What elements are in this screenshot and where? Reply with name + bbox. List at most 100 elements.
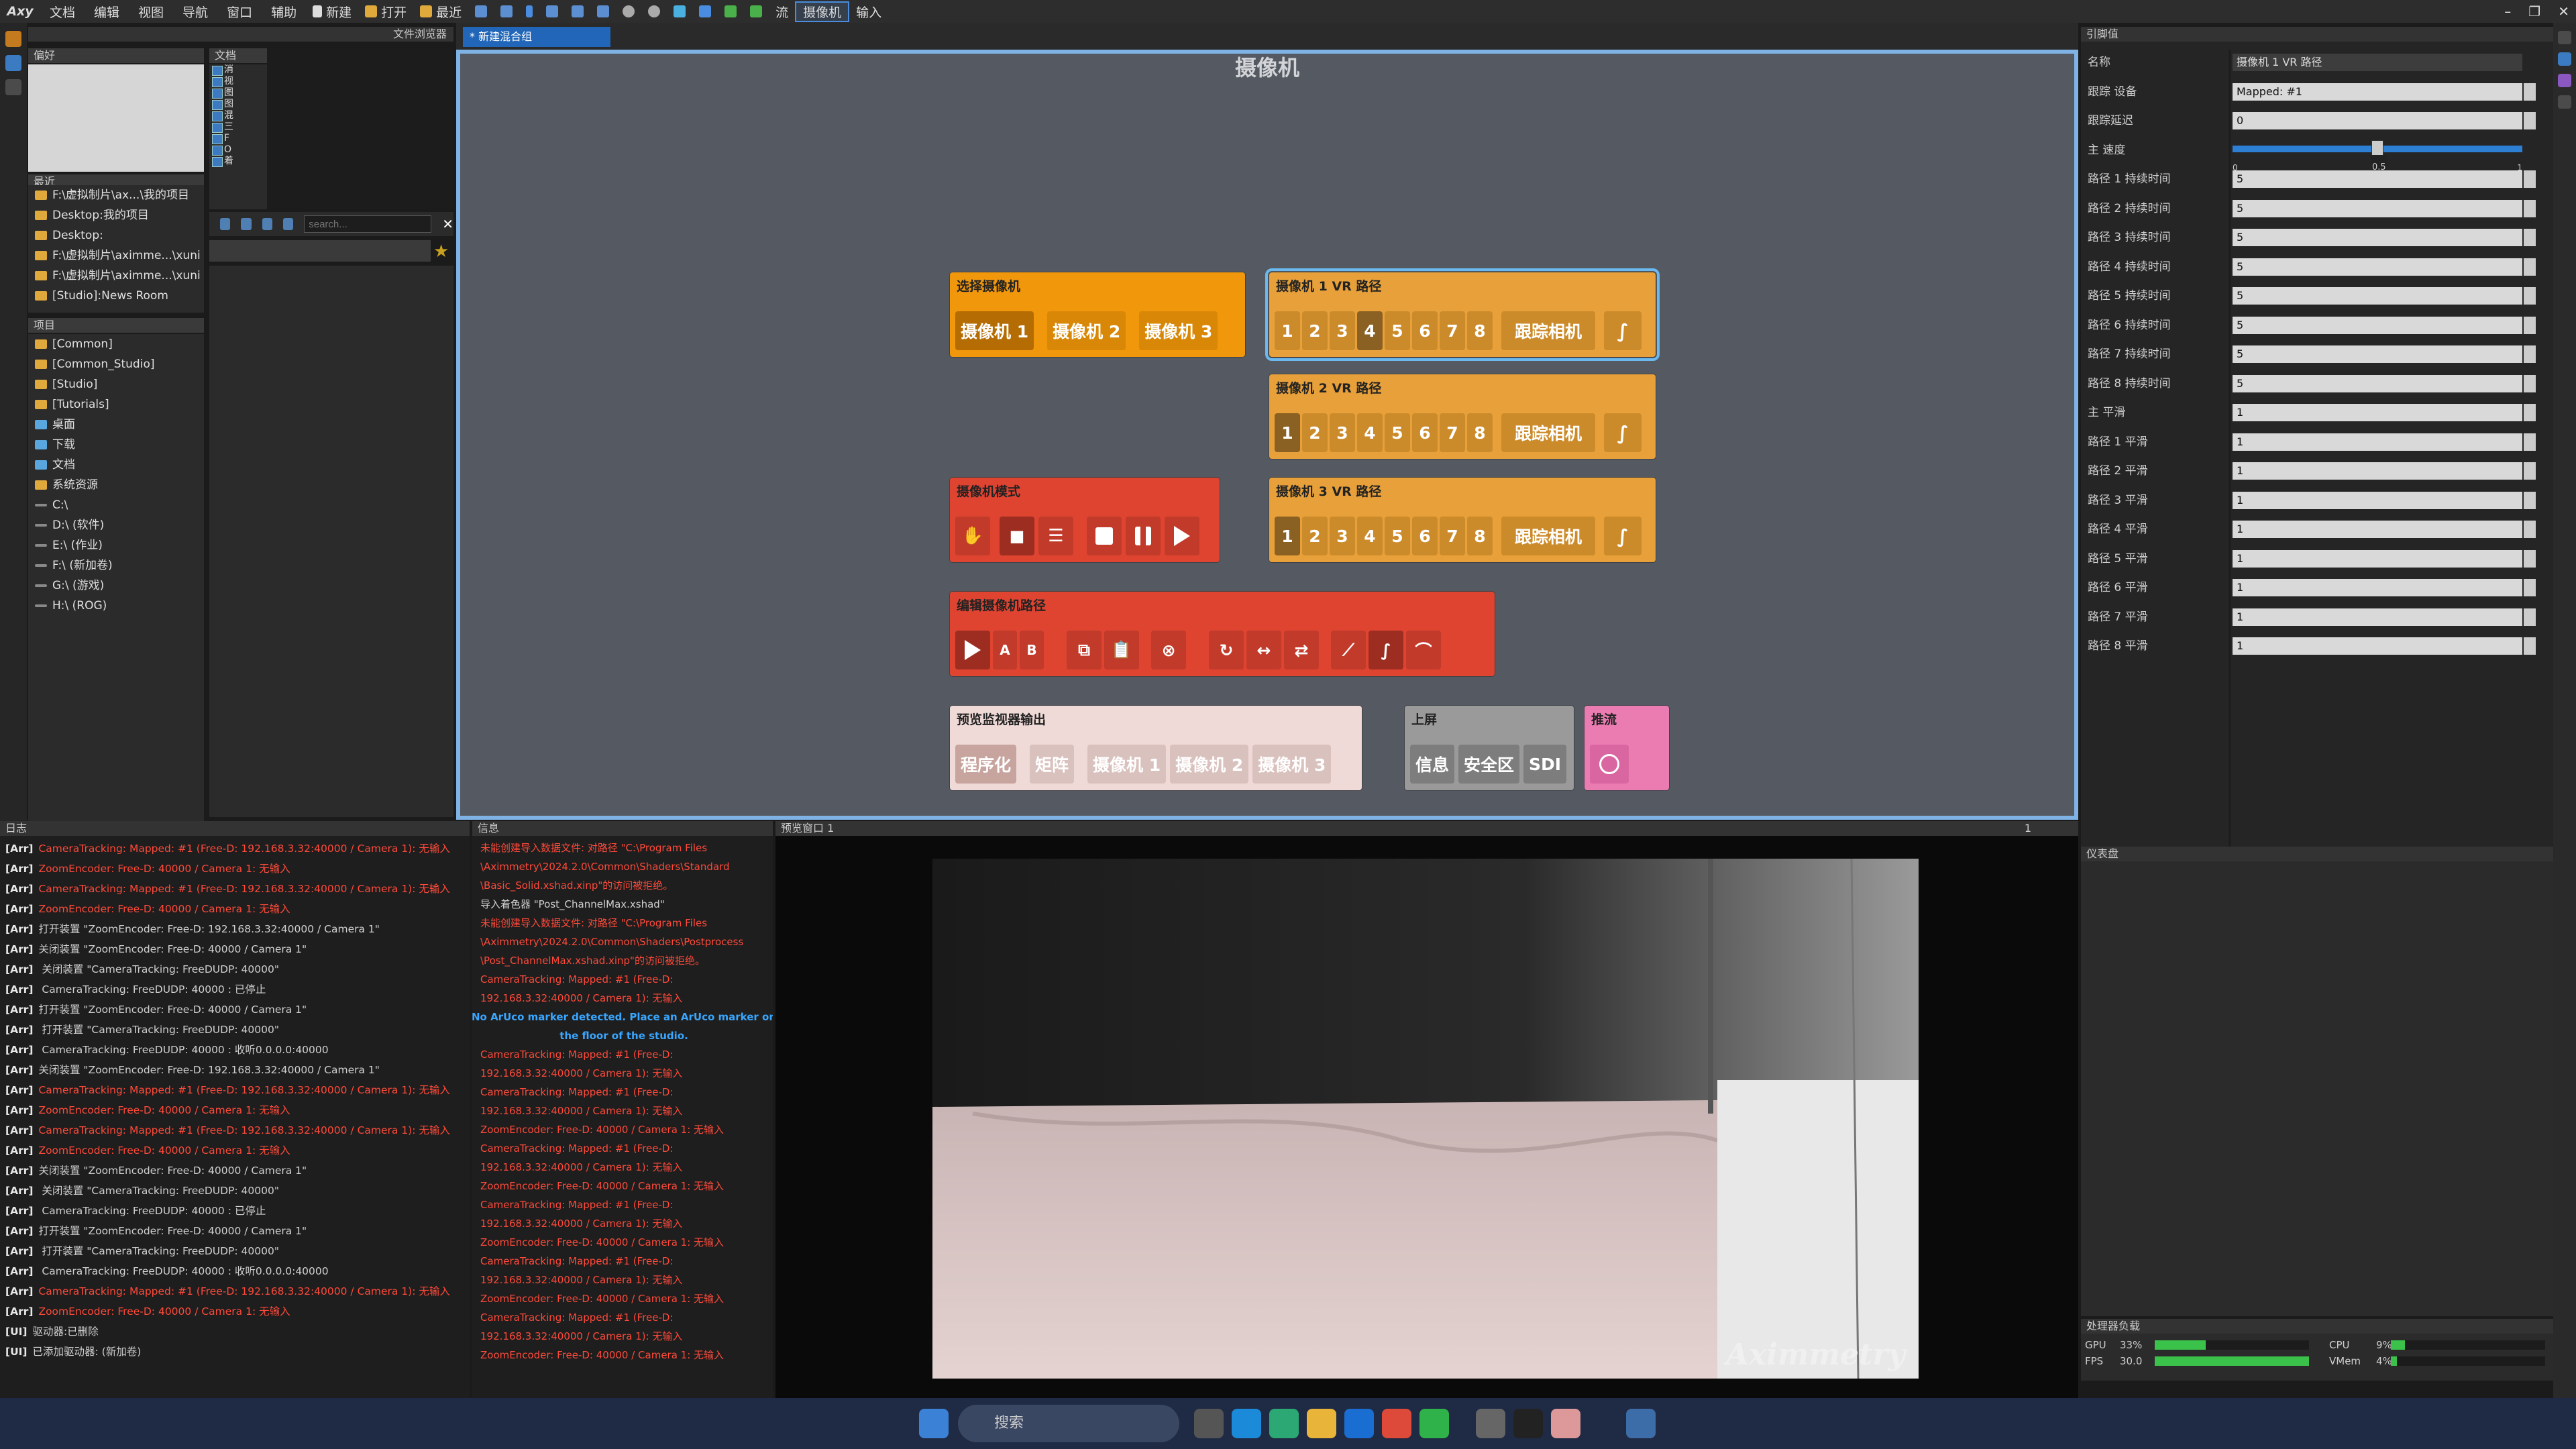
recent-item[interactable]: [Studio]:News Room [28, 286, 204, 306]
project-item[interactable]: D:\ (软件) [28, 515, 204, 535]
spinner-icon[interactable] [2524, 170, 2536, 188]
spinner-icon[interactable] [2524, 83, 2536, 101]
taskbar-search[interactable]: 搜索 [958, 1405, 1179, 1442]
vr2-path-3-button[interactable]: 3 [1330, 413, 1355, 452]
smooth-curve-button[interactable]: ∫ [1368, 631, 1403, 669]
preview-camera-2-button[interactable]: 摄像机 2 [1170, 745, 1249, 784]
property-value-field[interactable]: 1 [2233, 521, 2522, 538]
project-item[interactable]: H:\ (ROG) [28, 596, 204, 616]
spinner-icon[interactable] [2524, 404, 2536, 421]
project-item[interactable]: F:\ (新加卷) [28, 555, 204, 576]
property-value-field[interactable]: 5 [2233, 287, 2522, 305]
vr1-path-1-button[interactable]: 1 [1275, 311, 1300, 350]
file-browser-icon[interactable] [5, 55, 21, 71]
maximize-icon[interactable]: ❐ [2528, 3, 2540, 19]
vr1-path-7-button[interactable]: 7 [1440, 311, 1465, 350]
stop-button[interactable] [539, 5, 565, 17]
pingpong-button[interactable]: ↔ [1246, 631, 1281, 669]
project-item[interactable]: [Studio] [28, 374, 204, 394]
folder-icon[interactable] [1307, 1409, 1336, 1438]
vr1-track-camera-button[interactable]: 跟踪相机 [1501, 311, 1595, 350]
undo-button[interactable] [565, 5, 590, 17]
redo-button[interactable] [590, 5, 616, 17]
flow-editor-icon[interactable] [5, 31, 21, 47]
doc-item[interactable]: O [209, 144, 267, 156]
camera-1-button[interactable]: 摄像机 1 [955, 311, 1034, 350]
mode-flow[interactable]: 流 [769, 3, 795, 21]
doc-item[interactable]: 着 [209, 156, 267, 167]
vr3-track-camera-button[interactable]: 跟踪相机 [1501, 517, 1595, 555]
doc-item[interactable]: 三 [209, 121, 267, 133]
aximmetry-app-icon[interactable] [1551, 1409, 1580, 1438]
tab-new-compound[interactable]: * 新建混合组 [463, 27, 610, 47]
pin-button[interactable] [667, 5, 692, 17]
vr2-path-7-button[interactable]: 7 [1440, 413, 1465, 452]
property-value-field[interactable]: 1 [2233, 462, 2522, 480]
nav-back-button[interactable] [718, 5, 743, 17]
spinner-icon[interactable] [2524, 345, 2536, 363]
project-item[interactable]: [Common_Studio] [28, 354, 204, 374]
property-value-field[interactable]: 5 [2233, 345, 2522, 363]
vr3-path-5-button[interactable]: 5 [1385, 517, 1410, 555]
vr1-path-5-button[interactable]: 5 [1385, 311, 1410, 350]
app-icon[interactable] [1269, 1409, 1299, 1438]
sdi-button[interactable]: SDI [1523, 745, 1567, 784]
preview-number[interactable]: 1 [2025, 821, 2031, 836]
property-value-field[interactable]: 5 [2233, 170, 2522, 188]
vr2-path-5-button[interactable]: 5 [1385, 413, 1410, 452]
edge-icon[interactable] [1232, 1409, 1261, 1438]
recent-item[interactable]: Desktop: [28, 225, 204, 246]
star-icon[interactable]: ★ [433, 241, 449, 262]
zoom-in-button[interactable] [616, 5, 641, 17]
copy-button[interactable]: ⧉ [1067, 631, 1102, 669]
recent-button[interactable]: 最近 [413, 3, 468, 21]
open-button[interactable]: 打开 [358, 3, 413, 21]
vr3-path-2-button[interactable]: 2 [1302, 517, 1328, 555]
vr2-curve-button[interactable]: ∫ [1604, 413, 1642, 452]
ease-curve-button[interactable]: ⌒ [1406, 631, 1441, 669]
project-item[interactable]: 系统资源 [28, 475, 204, 495]
doc-item[interactable]: F [209, 133, 267, 144]
property-value-field[interactable]: 1 [2233, 491, 2522, 509]
property-value-field[interactable]: 1 [2233, 433, 2522, 451]
up-folder-icon[interactable] [220, 218, 231, 230]
vr2-path-2-button[interactable]: 2 [1302, 413, 1328, 452]
info-button[interactable]: 信息 [1410, 745, 1455, 784]
recent-item[interactable]: F:\虚拟制片\ax...\我的项目 [28, 185, 204, 205]
spinner-icon[interactable] [2524, 433, 2536, 451]
clear-search-icon[interactable]: ✕ [442, 216, 453, 232]
file-icon[interactable] [1194, 1409, 1224, 1438]
vr1-path-6-button[interactable]: 6 [1412, 311, 1438, 350]
spinner-icon[interactable] [2524, 199, 2536, 217]
doc-item[interactable]: 混 [209, 110, 267, 121]
push-power-button[interactable] [1590, 745, 1629, 784]
program-button[interactable]: 程序化 [955, 745, 1017, 784]
vr1-path-4-button[interactable]: 4 [1357, 311, 1383, 350]
vr1-path-8-button[interactable]: 8 [1467, 311, 1493, 350]
forward-icon[interactable] [262, 218, 272, 230]
swap-button[interactable]: ⇄ [1284, 631, 1319, 669]
play-mode-button[interactable] [1165, 517, 1199, 555]
settings-icon[interactable] [1476, 1409, 1505, 1438]
project-item[interactable]: G:\ (游戏) [28, 576, 204, 596]
store-icon[interactable] [1344, 1409, 1374, 1438]
property-value-field[interactable]: Mapped: #1 [2233, 83, 2522, 101]
spinner-icon[interactable] [2524, 258, 2536, 276]
doc-item[interactable]: 消 [209, 64, 267, 76]
mode-camera[interactable]: 摄像机 [795, 1, 850, 22]
spinner-icon[interactable] [2524, 637, 2536, 655]
spinner-icon[interactable] [2524, 287, 2536, 305]
search-input[interactable] [304, 215, 432, 233]
project-item[interactable]: 桌面 [28, 415, 204, 435]
property-value-field[interactable]: 5 [2233, 258, 2522, 276]
hand-mode-button[interactable]: ✋ [955, 517, 990, 555]
property-value-field[interactable]: 1 [2233, 637, 2522, 655]
property-value-field[interactable]: 1 [2233, 404, 2522, 421]
zoom-out-button[interactable] [641, 5, 667, 17]
delete-button[interactable]: ⊗ [1151, 631, 1186, 669]
vr1-path-2-button[interactable]: 2 [1302, 311, 1328, 350]
vr3-path-1-button[interactable]: 1 [1275, 517, 1300, 555]
property-value-field[interactable]: 1 [2233, 608, 2522, 626]
menu-window[interactable]: 窗口 [217, 3, 262, 21]
vr3-path-4-button[interactable]: 4 [1357, 517, 1383, 555]
